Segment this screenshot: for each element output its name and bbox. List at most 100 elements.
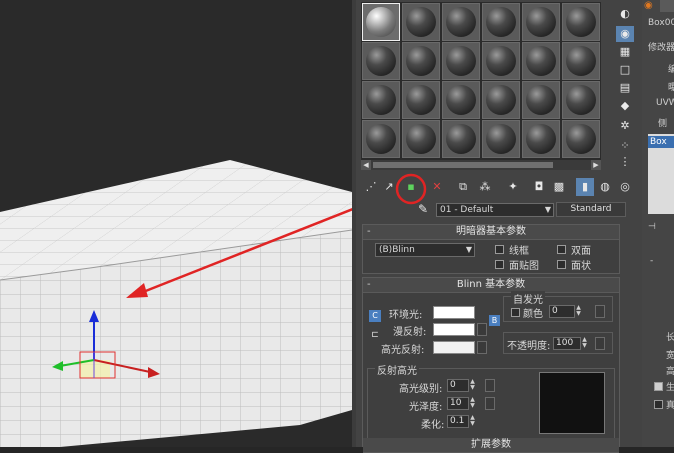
self-illum-map-button[interactable]: [595, 305, 605, 318]
material-sample-slot[interactable]: [402, 81, 440, 119]
spinner-arrows-icon[interactable]: ▲ ▼: [469, 415, 476, 428]
scroll-right-icon[interactable]: ▶: [591, 160, 601, 170]
material-sample-slot[interactable]: [442, 81, 480, 119]
highlight-curve-preview: [539, 372, 605, 434]
make-unique-icon[interactable]: ⁂: [476, 178, 494, 196]
show-map-in-viewport-icon[interactable]: ▩: [550, 178, 568, 196]
diffuse-map-button[interactable]: [477, 323, 487, 336]
material-sample-slot[interactable]: [482, 3, 520, 41]
pin-stack-icon[interactable]: ⊣: [648, 222, 656, 232]
face-map-checkbox[interactable]: [495, 260, 504, 269]
modifier-list-dropdown[interactable]: 修改器: [648, 40, 674, 53]
parameters-collapse[interactable]: -: [650, 256, 653, 266]
material-sample-slot[interactable]: [442, 120, 480, 158]
lock-ambient-diffuse-button[interactable]: C: [369, 310, 381, 322]
wire-checkbox[interactable]: [495, 245, 504, 254]
slots-scrollbar[interactable]: ◀ ▶: [361, 160, 601, 170]
select-by-material-icon[interactable]: ⁘: [616, 138, 634, 154]
material-sample-slot[interactable]: [522, 3, 560, 41]
panel-button-2[interactable]: 曝: [668, 80, 674, 93]
material-sample-slot[interactable]: [362, 3, 400, 41]
spinner-arrows-icon[interactable]: ▲ ▼: [469, 379, 476, 392]
material-sample-slot[interactable]: [362, 42, 400, 80]
sample-type-icon[interactable]: ◐: [616, 6, 634, 22]
extended-params-header[interactable]: 扩展参数: [363, 438, 619, 453]
uvw-button[interactable]: UVW: [656, 98, 674, 108]
glossiness-field[interactable]: 10: [447, 397, 469, 410]
glossiness-map-button[interactable]: [485, 397, 495, 410]
specular-color-swatch[interactable]: [433, 341, 475, 354]
material-sample-slot[interactable]: [402, 120, 440, 158]
self-illum-color-label: 颜色: [523, 309, 543, 320]
collapse-icon: -: [367, 226, 371, 237]
ambient-color-swatch[interactable]: [433, 306, 475, 319]
self-illum-value-field[interactable]: 0: [549, 305, 575, 318]
material-sample-slot[interactable]: [362, 120, 400, 158]
soften-field[interactable]: 0.1: [447, 415, 469, 428]
material-sample-slot[interactable]: [522, 42, 560, 80]
material-navigator-icon[interactable]: ⋮: [616, 154, 634, 170]
perspective-viewport[interactable]: [0, 0, 352, 447]
background-icon[interactable]: ▦: [616, 44, 634, 60]
material-sample-slot[interactable]: [442, 42, 480, 80]
lock-icon[interactable]: ⊏: [369, 330, 381, 342]
real-world-checkbox[interactable]: [654, 400, 663, 409]
material-sample-slot[interactable]: [562, 3, 600, 41]
scroll-thumb[interactable]: [373, 162, 553, 168]
blinn-rollout-header[interactable]: - Blinn 基本参数: [363, 278, 619, 293]
modify-tab-icon[interactable]: [660, 0, 674, 12]
material-sample-slot[interactable]: [402, 42, 440, 80]
material-sample-slot[interactable]: [522, 120, 560, 158]
generate-mapping-checkbox[interactable]: [654, 382, 663, 391]
panel-button-3[interactable]: 侧: [658, 116, 667, 129]
material-sample-slot[interactable]: [522, 81, 560, 119]
specular-level-map-button[interactable]: [485, 379, 495, 392]
sample-uv-tiling-icon[interactable]: □: [616, 62, 634, 78]
object-name-field[interactable]: Box00: [648, 18, 674, 28]
material-type-button[interactable]: Standard: [556, 202, 626, 217]
material-sample-slot[interactable]: [482, 81, 520, 119]
options-icon[interactable]: ✲: [616, 118, 634, 134]
scroll-left-icon[interactable]: ◀: [361, 160, 371, 170]
ambient-label: 环境光:: [389, 310, 423, 321]
copy-material-icon[interactable]: ⧉: [454, 178, 472, 196]
opacity-map-button[interactable]: [595, 337, 605, 350]
faceted-checkbox[interactable]: [557, 260, 566, 269]
two-sided-checkbox[interactable]: [557, 245, 566, 254]
backlight-icon[interactable]: ◉: [616, 26, 634, 42]
material-sample-slot[interactable]: [562, 81, 600, 119]
material-name-field[interactable]: 01 - Default ▼: [436, 203, 554, 217]
material-sample-slot[interactable]: [362, 81, 400, 119]
self-illum-color-checkbox[interactable]: [511, 308, 520, 317]
specular-level-field[interactable]: 0: [447, 379, 469, 392]
material-sample-slot[interactable]: [482, 42, 520, 80]
material-sample-slot[interactable]: [562, 42, 600, 80]
shader-dropdown[interactable]: (B)Blinn ▼: [375, 243, 475, 257]
spinner-arrows-icon[interactable]: ▲ ▼: [469, 397, 476, 410]
put-to-library-icon[interactable]: ✦: [504, 178, 522, 196]
material-sample-slot[interactable]: [562, 120, 600, 158]
go-to-parent-icon[interactable]: ◍: [596, 178, 614, 196]
modifier-stack-item-box[interactable]: Box: [648, 136, 674, 148]
diffuse-color-swatch[interactable]: [433, 323, 475, 336]
get-material-icon[interactable]: ⋰: [362, 178, 380, 196]
spinner-arrows-icon[interactable]: ▲ ▼: [575, 305, 582, 318]
create-tab-icon[interactable]: ◉: [644, 0, 658, 12]
spinner-arrows-icon[interactable]: ▲ ▼: [581, 337, 588, 350]
specular-map-button[interactable]: [477, 341, 487, 354]
material-id-channel-icon[interactable]: ◘: [530, 178, 548, 196]
video-color-check-icon[interactable]: ▤: [616, 80, 634, 96]
make-preview-icon[interactable]: ◆: [616, 98, 634, 114]
material-sample-slot[interactable]: [442, 3, 480, 41]
show-end-result-icon[interactable]: ▮: [576, 178, 594, 196]
material-sample-slot[interactable]: [402, 3, 440, 41]
go-forward-to-sibling-icon[interactable]: ◎: [616, 178, 634, 196]
reset-material-icon[interactable]: ✕: [428, 178, 446, 196]
shader-rollout-header[interactable]: - 明暗器基本参数: [363, 225, 619, 240]
opacity-value-field[interactable]: 100: [553, 337, 581, 350]
material-sample-slot[interactable]: [482, 120, 520, 158]
eyedropper-icon[interactable]: ✎: [418, 202, 428, 216]
panel-button-1[interactable]: 编: [668, 62, 674, 75]
diffuse-specular-lock-button[interactable]: B: [489, 315, 500, 326]
modifier-stack[interactable]: Box: [648, 134, 674, 214]
